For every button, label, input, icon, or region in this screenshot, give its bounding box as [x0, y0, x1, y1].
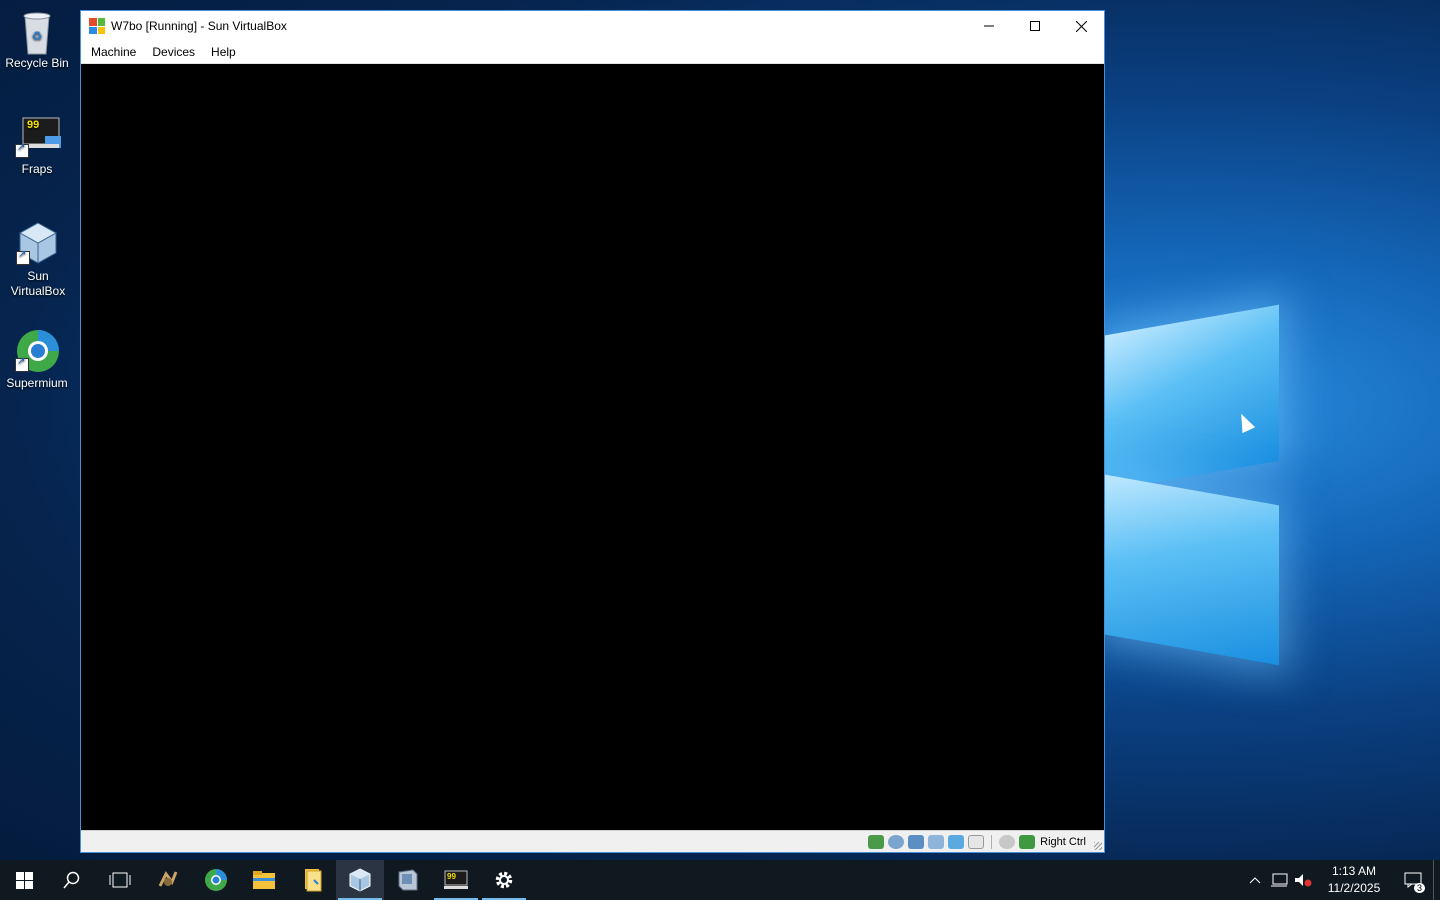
- virtual-pc-icon: [398, 869, 418, 891]
- desktop-icon-virtualbox[interactable]: Sun VirtualBox: [2, 221, 74, 299]
- shortcut-arrow-icon: [15, 142, 29, 158]
- start-button[interactable]: [0, 860, 48, 900]
- desktop-icon-label: Recycle Bin: [5, 56, 69, 70]
- windows-logo-wallpaper: [1105, 300, 1285, 666]
- minimize-icon: [984, 25, 994, 27]
- search-button[interactable]: [48, 860, 96, 900]
- pinned-app-icon: [158, 871, 178, 887]
- status-bar: Right Ctrl: [81, 830, 1104, 852]
- svg-text:♻: ♻: [32, 29, 43, 43]
- fraps-icon: 99: [444, 870, 468, 889]
- shared-folders-icon[interactable]: [948, 834, 965, 849]
- vm-windows-icon: [89, 18, 105, 34]
- virtualbox-icon: [349, 868, 371, 892]
- search-icon: [63, 871, 80, 889]
- system-tray: 1:13 AM 11/2/2025 3: [1243, 860, 1440, 900]
- taskbar-clock[interactable]: 1:13 AM 11/2/2025: [1319, 863, 1389, 897]
- hard-disk-icon[interactable]: [868, 834, 885, 849]
- virtualbox-vm-window[interactable]: W7bo [Running] - Sun VirtualBox Machine …: [80, 10, 1105, 853]
- taskbar: 99 1:13 AM 11/2/2025 3: [0, 860, 1440, 900]
- host-key-label: Right Ctrl: [1040, 835, 1086, 848]
- cd-rom-icon[interactable]: [888, 834, 905, 849]
- window-title: W7bo [Running] - Sun VirtualBox: [111, 19, 287, 33]
- taskbar-app-settings[interactable]: [480, 860, 528, 900]
- shortcut-arrow-icon: [15, 356, 29, 372]
- svg-text:99: 99: [27, 119, 39, 131]
- start-icon: [15, 871, 33, 889]
- volume-muted-icon: [1295, 874, 1312, 887]
- clock-time: 1:13 AM: [1331, 864, 1377, 878]
- maximize-icon: [1030, 21, 1040, 31]
- menu-help[interactable]: Help: [203, 45, 244, 59]
- maximize-button[interactable]: [1012, 11, 1058, 41]
- volume-tray-button[interactable]: [1291, 860, 1315, 900]
- desktop-icon-label: Supermium: [6, 376, 68, 390]
- menu-devices[interactable]: Devices: [144, 45, 203, 59]
- virtualbox-icon: [16, 221, 60, 265]
- file-explorer-icon: [253, 871, 275, 889]
- network-tray-button[interactable]: [1267, 860, 1291, 900]
- close-icon: [1075, 20, 1087, 32]
- mouse-integration-icon[interactable]: [999, 834, 1016, 849]
- network-icon: [1271, 873, 1288, 887]
- display-icon[interactable]: [968, 834, 985, 849]
- taskbar-app-fraps[interactable]: 99: [432, 860, 480, 900]
- recycle-bin-icon: ♻: [15, 8, 59, 55]
- settings-icon: [495, 871, 513, 889]
- notification-count-badge: 3: [1413, 883, 1425, 893]
- menubar: Machine Devices Help: [81, 41, 1104, 64]
- taskbar-app-documents[interactable]: [288, 860, 336, 900]
- status-separator: [991, 834, 993, 849]
- desktop-icon-label: Fraps: [21, 162, 53, 176]
- vm-display[interactable]: [81, 64, 1104, 832]
- shortcut-arrow-icon: [16, 249, 30, 265]
- show-desktop-button[interactable]: [1433, 860, 1440, 900]
- chevron-up-icon: [1249, 877, 1261, 884]
- desktop-icon-fraps[interactable]: 99 Fraps: [2, 114, 72, 177]
- close-button[interactable]: [1058, 11, 1104, 41]
- documents-icon: [305, 869, 322, 892]
- window-titlebar[interactable]: W7bo [Running] - Sun VirtualBox: [81, 11, 1104, 41]
- desktop-icon-recycle-bin[interactable]: ♻ Recycle Bin: [2, 8, 72, 71]
- taskbar-app-pinned[interactable]: [144, 860, 192, 900]
- task-view-button[interactable]: [96, 860, 144, 900]
- desktop-icon-supermium[interactable]: Supermium: [2, 328, 72, 391]
- network-icon[interactable]: [908, 834, 925, 849]
- usb-icon[interactable]: [928, 834, 945, 849]
- supermium-icon: [205, 869, 227, 891]
- minimize-button[interactable]: [966, 11, 1012, 41]
- host-key-icon: [1019, 834, 1036, 849]
- supermium-icon: [15, 328, 59, 372]
- menu-machine[interactable]: Machine: [83, 45, 144, 59]
- clock-date: 11/2/2025: [1327, 881, 1381, 895]
- taskbar-app-virtualbox[interactable]: [336, 860, 384, 900]
- desktop-icon-label: Sun VirtualBox: [10, 269, 66, 298]
- show-hidden-icons-button[interactable]: [1243, 860, 1267, 900]
- taskbar-app-supermium[interactable]: [192, 860, 240, 900]
- resize-grip-icon[interactable]: [1094, 842, 1102, 850]
- svg-text:99: 99: [447, 872, 456, 881]
- task-view-icon: [109, 872, 131, 888]
- taskbar-app-virtual-pc[interactable]: [384, 860, 432, 900]
- taskbar-app-file-explorer[interactable]: [240, 860, 288, 900]
- action-center-button[interactable]: 3: [1393, 860, 1433, 900]
- fraps-icon: 99: [15, 114, 61, 158]
